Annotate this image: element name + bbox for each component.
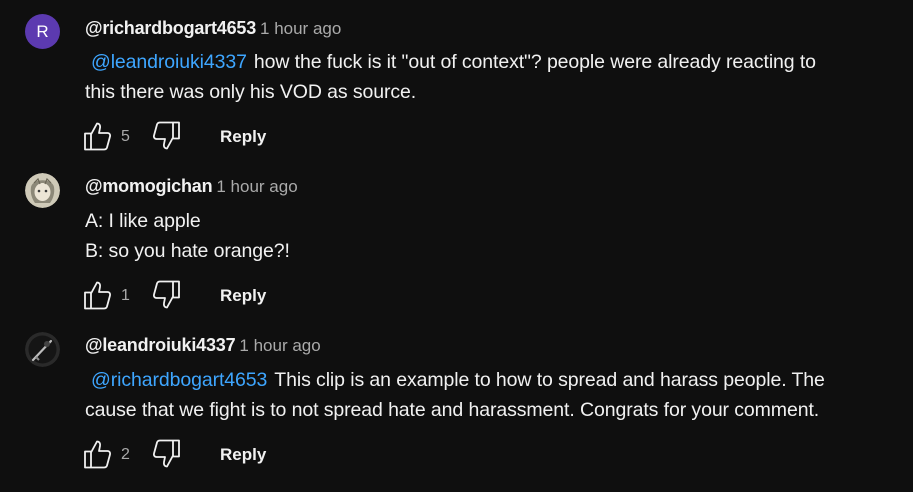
comment-actions: 2 Reply (82, 438, 342, 472)
comment-text-segment: how the fuck is it "out of context"? peo… (253, 51, 816, 73)
like-count: 1 (121, 287, 130, 304)
thumbs-down-icon (152, 280, 180, 309)
like-button[interactable] (82, 279, 112, 311)
avatar-letter: R (36, 22, 49, 41)
like-count: 2 (121, 446, 130, 463)
mention-link[interactable]: @leandroiuki4337 (91, 51, 247, 73)
comment-1: R @richardbogart4653 1 hour ago @leandroi… (0, 0, 913, 160)
comment-author[interactable]: @richardbogart4653 (85, 18, 256, 38)
reply-button[interactable]: Reply (220, 286, 266, 306)
reply-button[interactable]: Reply (220, 127, 266, 147)
comment-timestamp[interactable]: 1 hour ago (216, 177, 297, 196)
comment-line: A: I like apple (85, 210, 201, 232)
avatar-image (25, 332, 60, 367)
comment-header: @momogichan 1 hour ago (85, 175, 298, 199)
like-button[interactable] (82, 120, 112, 152)
mention-link[interactable]: @richardbogart4653 (91, 369, 267, 391)
comment-line: cause that we fight is to not spread hat… (85, 399, 820, 421)
thumbs-down-icon (152, 121, 180, 150)
thumbs-up-icon (84, 281, 112, 310)
comment-line: B: so you hate orange?! (85, 240, 290, 262)
comment-text: A: I like apple B: so you hate orange?! (85, 206, 900, 266)
comment-text-segment: This clip is an example to how to spread… (274, 369, 825, 391)
comment-line: this there was only his VOD as source. (85, 81, 417, 103)
comment-2: @momogichan 1 hour ago A: I like apple B:… (0, 160, 913, 320)
comment-header: @richardbogart4653 1 hour ago (85, 17, 341, 41)
comment-actions: 1 Reply (82, 279, 342, 313)
comment-header: @leandroiuki4337 1 hour ago (85, 334, 321, 358)
comment-text: @leandroiuki4337 how the fuck is it "out … (85, 47, 900, 107)
thumbs-up-icon (84, 122, 112, 151)
like-button[interactable] (82, 438, 112, 470)
comment-timestamp[interactable]: 1 hour ago (239, 336, 320, 355)
comment-author[interactable]: @leandroiuki4337 (85, 335, 236, 355)
dislike-button[interactable] (152, 279, 182, 311)
avatar[interactable] (25, 332, 60, 367)
avatar[interactable]: R (25, 14, 60, 49)
thumbs-down-icon (152, 439, 180, 468)
comment-3: @leandroiuki4337 1 hour ago @richardbogar… (0, 320, 913, 492)
avatar-image (25, 173, 60, 208)
thumbs-up-icon (84, 440, 112, 469)
comment-line: @leandroiuki4337 how the fuck is it "out … (85, 47, 900, 77)
comment-author[interactable]: @momogichan (85, 176, 213, 196)
comment-actions: 5 Reply (82, 120, 342, 154)
comment-text: @richardbogart4653 This clip is an exampl… (85, 365, 900, 425)
comment-timestamp[interactable]: 1 hour ago (260, 19, 341, 38)
reply-button[interactable]: Reply (220, 445, 266, 465)
like-count: 5 (121, 128, 130, 145)
dislike-button[interactable] (152, 438, 182, 470)
dislike-button[interactable] (152, 120, 182, 152)
comment-line: @richardbogart4653 This clip is an exampl… (85, 365, 900, 395)
avatar[interactable] (25, 173, 60, 208)
